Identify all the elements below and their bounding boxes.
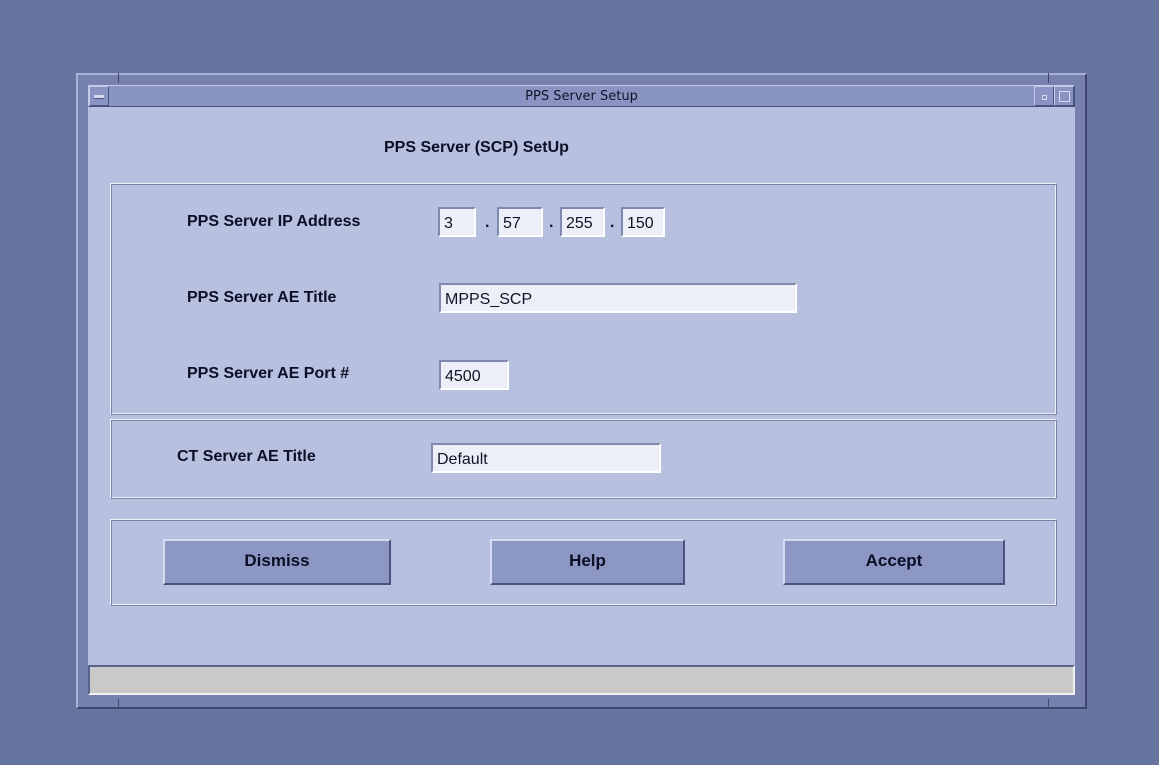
accept-button[interactable]: Accept — [783, 539, 1005, 585]
ae-title-input[interactable] — [439, 283, 797, 313]
frame-notch — [118, 73, 119, 83]
ip-octet-2-input[interactable] — [497, 207, 543, 237]
pps-server-group: PPS Server IP Address . . . PPS Server A… — [110, 183, 1057, 415]
dialog-body: PPS Server (SCP) SetUp PPS Server IP Add… — [88, 107, 1075, 665]
ct-server-group: CT Server AE Title — [110, 419, 1057, 499]
ae-title-label: PPS Server AE Title — [187, 289, 337, 306]
dialog-window: PPS Server Setup PPS Server (SCP) SetUp … — [76, 73, 1087, 709]
frame-notch — [1048, 73, 1049, 83]
frame-notch — [1048, 699, 1049, 709]
ip-octet-4-input[interactable] — [621, 207, 665, 237]
ip-octet-3-input[interactable] — [560, 207, 605, 237]
frame-notch — [118, 699, 119, 709]
ip-separator: . — [485, 214, 490, 231]
ip-address-label: PPS Server IP Address — [187, 213, 361, 230]
action-buttons-group: Dismiss Help Accept — [110, 519, 1057, 606]
ip-octet-1-input[interactable] — [438, 207, 476, 237]
window-title: PPS Server Setup — [525, 89, 638, 104]
maximize-icon — [1059, 91, 1070, 102]
ip-separator: . — [549, 214, 554, 231]
ae-port-input[interactable] — [439, 360, 509, 390]
minimize-button[interactable] — [1034, 86, 1054, 106]
status-bar — [88, 665, 1075, 695]
dismiss-button[interactable]: Dismiss — [163, 539, 391, 585]
ae-port-label: PPS Server AE Port # — [187, 365, 350, 382]
ip-separator: . — [610, 214, 615, 231]
ct-ae-title-label: CT Server AE Title — [177, 448, 316, 465]
maximize-button[interactable] — [1054, 86, 1074, 106]
dialog-heading: PPS Server (SCP) SetUp — [384, 139, 569, 156]
title-bar[interactable]: PPS Server Setup — [88, 85, 1075, 107]
ct-ae-title-input[interactable] — [431, 443, 661, 473]
minimize-icon — [1042, 95, 1047, 100]
help-button[interactable]: Help — [490, 539, 685, 585]
